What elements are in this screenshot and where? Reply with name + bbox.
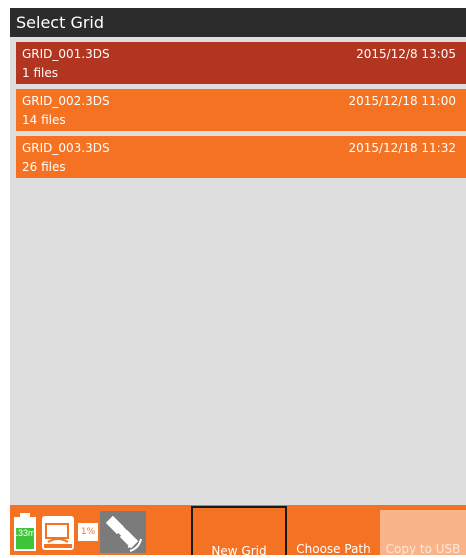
grid-row-3[interactable]: GRID_003.3DS 2015/12/18 11:32 26 files [16, 136, 466, 178]
grid-name: GRID_001.3DS [22, 47, 110, 61]
grid-row-1[interactable]: GRID_001.3DS 2015/12/8 13:05 1 files [16, 42, 466, 84]
battery-runtime-label: 133m [13, 528, 36, 538]
grid-date: 2015/12/8 13:05 [356, 47, 456, 61]
grid-file-count: 26 files [22, 160, 66, 174]
choose-path-button[interactable]: Choose Path [291, 510, 376, 555]
storage-icon [42, 516, 74, 550]
grid-date: 2015/12/18 11:00 [348, 94, 456, 108]
grid-name: GRID_002.3DS [22, 94, 110, 108]
window-title: Select Grid [10, 8, 466, 37]
select-grid-window: Select Grid GRID_001.3DS 2015/12/8 13:05… [10, 8, 466, 557]
grid-row-2[interactable]: GRID_002.3DS 2015/12/18 11:00 14 files [16, 89, 466, 131]
storage-usage-badge: 1% [78, 523, 98, 541]
satellite-icon [100, 511, 146, 553]
new-grid-button[interactable]: New Grid [191, 506, 287, 557]
battery-icon: 133m [13, 513, 36, 551]
bottom-toolbar: 133m 1% New Grid Choose Path Copy to USB [10, 505, 466, 557]
grid-name: GRID_003.3DS [22, 141, 110, 155]
copy-to-usb-button[interactable]: Copy to USB [380, 510, 466, 555]
grid-file-count: 14 files [22, 113, 66, 127]
grid-list: GRID_001.3DS 2015/12/8 13:05 1 files GRI… [16, 42, 466, 183]
grid-date: 2015/12/18 11:32 [348, 141, 456, 155]
grid-file-count: 1 files [22, 66, 58, 80]
